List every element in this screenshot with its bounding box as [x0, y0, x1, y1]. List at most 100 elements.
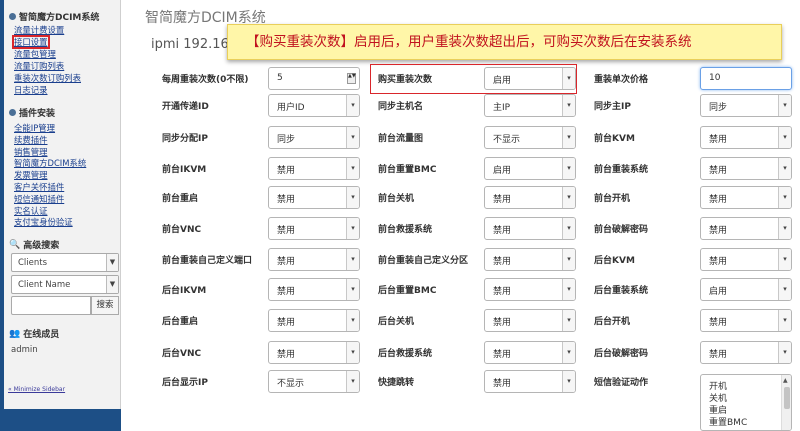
sidebar-link-customer-care[interactable]: 客户关怀插件 — [14, 182, 64, 192]
field-label-20: 前台重装自己定义分区 — [378, 256, 469, 266]
field-label-18: 前台破解密码 — [594, 225, 649, 235]
sidebar-section-online: 👥 在线成员 — [9, 327, 59, 341]
sidebar-link-sms[interactable]: 短信通知插件 — [14, 194, 64, 204]
chevron-down-icon: ▾ — [778, 158, 791, 179]
bottom-left-strip — [0, 409, 121, 431]
select-field-17[interactable]: 禁用 ▾ — [484, 217, 576, 240]
field-value: 主IP — [493, 103, 511, 113]
select-field-27[interactable]: 禁用 ▾ — [700, 309, 792, 332]
select-field-22[interactable]: 禁用 ▾ — [268, 278, 360, 301]
select-field-23[interactable]: 禁用 ▾ — [484, 278, 576, 301]
sidebar-section-title: 插件安装 — [19, 109, 56, 119]
field-value: 启用 — [493, 166, 512, 176]
select-field-12[interactable]: 禁用 ▾ — [700, 157, 792, 180]
sms-option[interactable]: 重置BMC — [709, 415, 747, 428]
sidebar-section-advanced-search: 🔍 高级搜索 — [9, 238, 60, 252]
field-label-5: 同步主机名 — [378, 102, 424, 112]
field-label-23: 后台重置BMC — [378, 286, 437, 296]
chevron-down-icon: ▾ — [346, 249, 359, 270]
select-field-31[interactable]: 不显示 ▾ — [268, 370, 360, 393]
field-value: 禁用 — [277, 195, 296, 205]
select-field-10[interactable]: 禁用 ▾ — [268, 157, 360, 180]
online-user: admin — [11, 345, 38, 355]
field-label-10: 前台IKVM — [162, 165, 207, 175]
chevron-down-icon: ▾ — [778, 279, 791, 300]
select-field-25[interactable]: 禁用 ▾ — [268, 309, 360, 332]
sidebar-link-traffic-orders[interactable]: 流量订购列表 — [14, 61, 64, 71]
select-field-5[interactable]: 主IP ▾ — [484, 94, 576, 117]
search-type-select[interactable]: Clients ▼ — [11, 253, 119, 272]
chevron-down-icon: ▾ — [562, 249, 575, 270]
select-field-6[interactable]: 同步 ▾ — [700, 94, 792, 117]
sidebar-link-dcim[interactable]: 智简魔方DCIM系统 — [14, 158, 86, 168]
field-value: 禁用 — [493, 226, 512, 236]
chevron-down-icon: ▼ — [106, 254, 118, 271]
sidebar-link-renewal[interactable]: 续费插件 — [14, 135, 48, 145]
sidebar-link-logs[interactable]: 日志记录 — [14, 85, 48, 95]
field-label-14: 前台关机 — [378, 194, 415, 204]
sidebar-link-sales[interactable]: 销售管理 — [14, 147, 48, 157]
scrollbar-thumb[interactable] — [784, 387, 790, 409]
field-value: 禁用 — [277, 287, 296, 297]
field-label-32: 快捷跳转 — [378, 378, 415, 388]
sidebar-link-invoice[interactable]: 发票管理 — [14, 170, 48, 180]
select-field-14[interactable]: 禁用 ▾ — [484, 186, 576, 209]
field-value: 禁用 — [709, 135, 728, 145]
sidebar-link-realname[interactable]: 实名认证 — [14, 206, 48, 216]
select-field-16[interactable]: 禁用 ▾ — [268, 217, 360, 240]
spinner-icon[interactable]: ▲▼ — [347, 73, 356, 84]
sidebar-link-interface-settings[interactable]: 接口设置 — [12, 35, 50, 49]
field-label-17: 前台救援系统 — [378, 225, 433, 235]
select-field-21[interactable]: 禁用 ▾ — [700, 248, 792, 271]
field-value: 禁用 — [277, 350, 296, 360]
select-field-7[interactable]: 同步 ▾ — [268, 126, 360, 149]
select-field-20[interactable]: 禁用 ▾ — [484, 248, 576, 271]
select-field-28[interactable]: 禁用 ▾ — [268, 341, 360, 364]
sidebar: 智简魔方DCIM系统 流量计费设置 接口设置 流量包管理 流量订购列表 重装次数… — [4, 0, 121, 409]
select-field-26[interactable]: 禁用 ▾ — [484, 309, 576, 332]
select-field-8[interactable]: 不显示 ▾ — [484, 126, 576, 149]
chevron-down-icon: ▾ — [562, 279, 575, 300]
sidebar-link-reinstall-orders[interactable]: 重装次数订购列表 — [14, 73, 81, 83]
chevron-down-icon: ▾ — [778, 342, 791, 363]
select-field-15[interactable]: 禁用 ▾ — [700, 186, 792, 209]
select-field-24[interactable]: 启用 ▾ — [700, 278, 792, 301]
select-field-13[interactable]: 禁用 ▾ — [268, 186, 360, 209]
sidebar-link-traffic-billing[interactable]: 流量计费设置 — [14, 25, 64, 35]
select-field-9[interactable]: 禁用 ▾ — [700, 126, 792, 149]
select-field-2[interactable]: 启用 ▾ — [484, 67, 576, 90]
chevron-down-icon: ▾ — [562, 342, 575, 363]
select-field-19[interactable]: 禁用 ▾ — [268, 248, 360, 271]
select-field-32[interactable]: 禁用 ▾ — [484, 370, 576, 393]
select-field-18[interactable]: 禁用 ▾ — [700, 217, 792, 240]
sidebar-section-title: 高级搜索 — [23, 241, 60, 251]
sms-action-listbox[interactable]: 开机 关机 重启 重置BMC ▲ — [700, 374, 792, 431]
chevron-down-icon: ▾ — [346, 279, 359, 300]
annotation-banner: 【购买重装次数】启用后，用户重装次数超出后，可购买次数后在安装系统 — [227, 24, 782, 60]
select-field-30[interactable]: 禁用 ▾ — [700, 341, 792, 364]
input-field-1[interactable]: 5 ▲▼ — [268, 67, 360, 90]
chevron-down-icon: ▾ — [562, 158, 575, 179]
field-value: 5 — [277, 73, 283, 83]
listbox-scrollbar[interactable]: ▲ — [781, 375, 791, 430]
minimize-sidebar-link[interactable]: « Minimize Sidebar — [8, 386, 65, 393]
sidebar-link-alipay-verify[interactable]: 支付宝身份验证 — [14, 217, 73, 227]
user-icon: 👥 — [9, 328, 21, 339]
chevron-down-icon: ▾ — [562, 218, 575, 239]
chevron-down-icon: ▾ — [346, 187, 359, 208]
chevron-down-icon: ▾ — [346, 158, 359, 179]
sidebar-link-ip-management[interactable]: 全能IP管理 — [14, 123, 55, 133]
search-button[interactable]: 搜索 — [91, 296, 119, 315]
select-field-29[interactable]: 禁用 ▾ — [484, 341, 576, 364]
select-field-11[interactable]: 启用 ▾ — [484, 157, 576, 180]
chevron-down-icon: ▾ — [562, 68, 575, 89]
select-field-4[interactable]: 用户ID ▾ — [268, 94, 360, 117]
search-input[interactable] — [11, 296, 91, 315]
field-label-15: 前台开机 — [594, 194, 631, 204]
field-value: 禁用 — [709, 350, 728, 360]
search-field-select[interactable]: Client Name ▼ — [11, 275, 119, 294]
chevron-down-icon: ▾ — [562, 127, 575, 148]
sidebar-link-traffic-package[interactable]: 流量包管理 — [14, 49, 56, 59]
field-value: 禁用 — [493, 195, 512, 205]
input-field-3[interactable]: 10 — [700, 67, 792, 90]
